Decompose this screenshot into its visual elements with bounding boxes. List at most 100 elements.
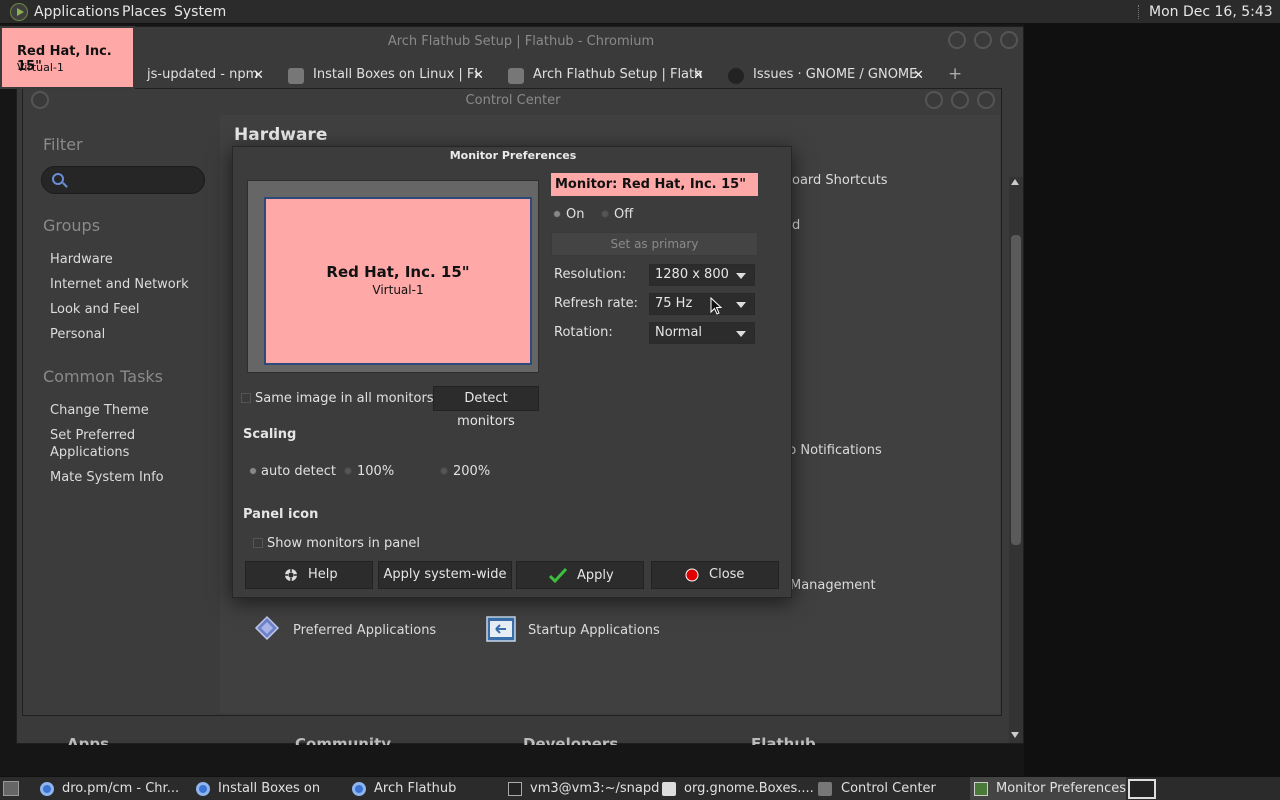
monitor-preferences-title: Monitor Preferences (449, 149, 577, 162)
filter-search-input[interactable] (41, 166, 205, 194)
tab-arch-flathub[interactable]: Arch Flathub Setup | Flath (533, 61, 702, 89)
show-desktop-icon[interactable] (3, 781, 19, 796)
off-label[interactable]: Off (614, 207, 633, 222)
monitor-preview-box[interactable]: Red Hat, Inc. 15" Virtual-1 (264, 197, 532, 365)
workspace-switcher[interactable] (1128, 779, 1156, 799)
page-footer-flathub[interactable]: Flathub (751, 735, 816, 745)
taskbar-item-monitor-preferences[interactable]: Monitor Preferences (970, 777, 1126, 800)
checkmark-icon (549, 567, 567, 583)
panel-icon-heading: Panel icon (243, 507, 319, 522)
scaling-auto-label[interactable]: auto detect (261, 464, 336, 479)
show-monitors-label[interactable]: Show monitors in panel (267, 536, 420, 551)
help-label: Help (308, 567, 338, 582)
menu-system[interactable]: System (174, 0, 226, 24)
control-center-title: Control Center (465, 93, 561, 108)
page-footer-developers[interactable]: Developers (523, 735, 618, 745)
scaling-100-label[interactable]: 100% (357, 464, 394, 479)
group-hardware[interactable]: Hardware (50, 252, 113, 267)
detect-monitors-button[interactable]: Detect monitors (433, 386, 539, 429)
menu-places[interactable]: Places (122, 0, 167, 24)
set-as-primary-button[interactable]: Set as primary (551, 232, 758, 256)
group-look-feel[interactable]: Look and Feel (50, 302, 140, 317)
scaling-200-label[interactable]: 200% (453, 464, 490, 479)
common-tasks-heading: Common Tasks (43, 367, 164, 386)
cc-menu-button[interactable] (31, 91, 49, 109)
taskbar-label: Monitor Preferences (996, 781, 1127, 796)
taskbar-item-control-center[interactable]: Control Center (816, 777, 968, 800)
taskbar-label: org.gnome.Boxes.... (684, 781, 814, 796)
apply-system-wide-button[interactable]: Apply system-wide (378, 561, 512, 589)
task-set-preferred-cont[interactable]: Applications (50, 445, 129, 460)
refresh-rate-select[interactable]: 75 Hz (649, 293, 755, 315)
tab-close-icon[interactable]: ✕ (913, 68, 924, 83)
refresh-rate-label: Refresh rate: (554, 296, 639, 311)
tab-npm[interactable]: js-updated - npm (147, 61, 258, 89)
cc-close-button[interactable] (977, 91, 995, 109)
chromium-icon (196, 782, 210, 796)
preferred-applications-label[interactable]: Preferred Applications (293, 623, 436, 638)
off-radio[interactable] (601, 210, 609, 218)
management-item[interactable]: Management (790, 578, 876, 593)
tab-close-icon[interactable]: ✕ (473, 68, 484, 83)
scaling-auto-radio[interactable] (249, 467, 257, 475)
preferred-applications-icon[interactable] (254, 615, 280, 641)
keyboard-shortcuts-item[interactable]: oard Shortcuts (792, 173, 888, 188)
tab-install-boxes[interactable]: Install Boxes on Linux | Fl (313, 61, 478, 89)
same-image-label[interactable]: Same image in all monitors (255, 391, 434, 406)
same-image-checkbox[interactable] (241, 393, 251, 403)
clock-separator (1138, 5, 1140, 19)
startup-applications-label[interactable]: Startup Applications (528, 623, 660, 638)
scroll-down-icon[interactable] (1011, 732, 1019, 738)
close-button[interactable]: Close (651, 561, 779, 589)
scroll-up-icon[interactable] (1011, 179, 1019, 185)
terminal-icon (508, 782, 522, 796)
dropdown-arrow-icon (736, 273, 746, 279)
gnome-favicon-icon (728, 68, 744, 84)
task-mate-system-info[interactable]: Mate System Info (50, 470, 164, 485)
chromium-minimize-button[interactable] (948, 31, 966, 49)
page-scrollbar[interactable] (1009, 177, 1023, 743)
scrollbar-thumb[interactable] (1011, 235, 1021, 545)
help-button[interactable]: Help (245, 561, 373, 589)
apply-button[interactable]: Apply (516, 561, 644, 589)
menu-applications[interactable]: Applications (34, 0, 120, 24)
partial-item[interactable]: d (792, 218, 800, 233)
taskbar-item-boxes[interactable]: org.gnome.Boxes.... (660, 777, 814, 800)
taskbar-item-chromium-1[interactable]: dro.pm/cm - Chr... (36, 777, 188, 800)
help-lifebuoy-icon (285, 569, 297, 581)
group-internet-network[interactable]: Internet and Network (50, 277, 189, 292)
taskbar-label: Arch Flathub Setu... (374, 781, 457, 796)
cc-minimize-button[interactable] (925, 91, 943, 109)
refresh-rate-value: 75 Hz (655, 296, 693, 311)
chromium-maximize-button[interactable] (974, 31, 992, 49)
tab-close-icon[interactable]: ✕ (253, 68, 264, 83)
scaling-100-radio[interactable] (344, 467, 352, 475)
on-label[interactable]: On (566, 207, 584, 222)
taskbar-item-chromium-3[interactable]: Arch Flathub Setu... (348, 777, 500, 800)
chromium-icon (40, 782, 54, 796)
popup-notifications-item[interactable]: p Notifications (788, 443, 882, 458)
page-footer-community[interactable]: Community (295, 735, 391, 745)
mate-logo-icon[interactable] (10, 3, 28, 21)
taskbar-item-terminal[interactable]: vm3@vm3:~/snapd (504, 777, 660, 800)
page-footer-apps[interactable]: Apps (67, 735, 109, 745)
cc-maximize-button[interactable] (951, 91, 969, 109)
tab-label: js-updated - npm (147, 67, 259, 82)
close-red-dot-icon (685, 568, 699, 582)
group-personal[interactable]: Personal (50, 327, 105, 342)
tab-close-icon[interactable]: ✕ (693, 68, 704, 83)
chromium-close-button[interactable] (1000, 31, 1018, 49)
on-radio[interactable] (553, 210, 561, 218)
taskbar-item-chromium-2[interactable]: Install Boxes on Li... (192, 777, 344, 800)
new-tab-button[interactable]: + (948, 64, 962, 84)
taskbar-label: vm3@vm3:~/snapd (530, 781, 660, 796)
tab-gnome-issues[interactable]: Issues · GNOME / GNOME (753, 61, 917, 89)
task-change-theme[interactable]: Change Theme (50, 403, 149, 418)
resolution-select[interactable]: 1280 x 800 (649, 264, 755, 286)
scaling-200-radio[interactable] (440, 467, 448, 475)
task-set-preferred[interactable]: Set Preferred (50, 428, 135, 443)
rotation-select[interactable]: Normal (649, 322, 755, 344)
clock[interactable]: Mon Dec 16, 5:43 PM (1149, 0, 1280, 44)
show-monitors-checkbox[interactable] (253, 538, 263, 548)
startup-applications-icon[interactable] (486, 616, 516, 642)
